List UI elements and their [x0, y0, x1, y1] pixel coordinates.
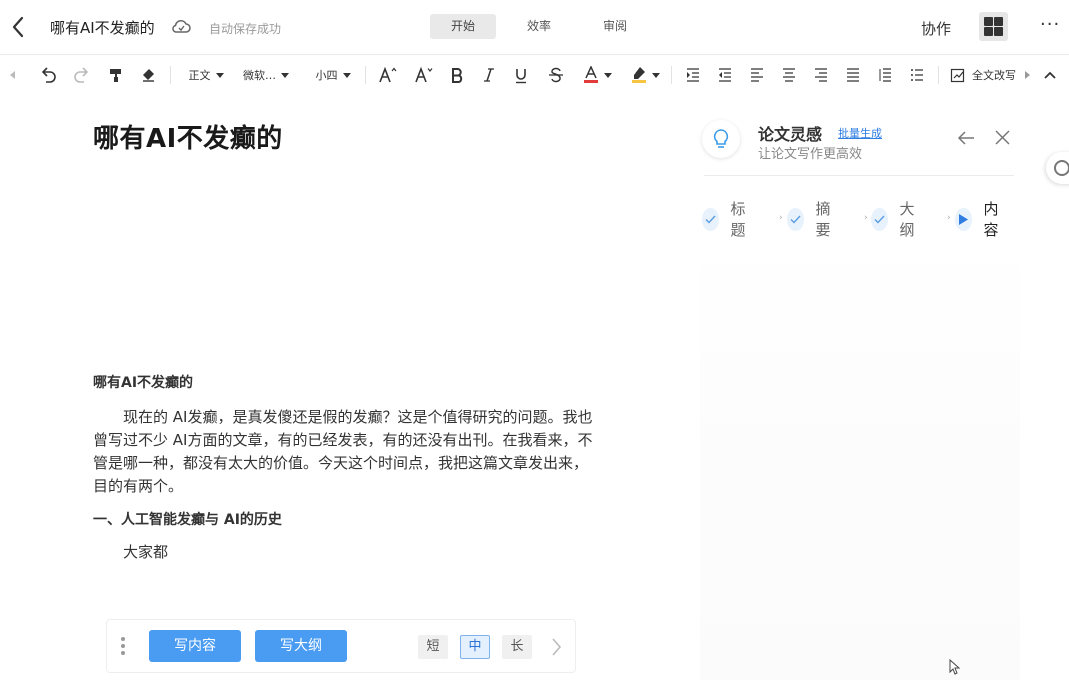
- ribbon-tabs: 开始 效率 审阅: [430, 14, 658, 39]
- close-icon[interactable]: [994, 129, 1011, 146]
- panel-divider: [704, 175, 1014, 176]
- document-title[interactable]: 哪有AI不发癫的: [50, 17, 155, 38]
- font-family-select[interactable]: 微软…: [240, 55, 292, 95]
- length-short-option[interactable]: 短: [418, 635, 448, 659]
- full-text-rewrite-button[interactable]: 全文改写: [950, 55, 1018, 95]
- redo-icon[interactable]: [70, 55, 94, 95]
- write-outline-button[interactable]: 写大纲: [255, 630, 347, 662]
- chevron-right-icon[interactable]: [547, 636, 565, 658]
- font-family-label: 微软…: [243, 69, 276, 82]
- tab-review[interactable]: 审阅: [582, 14, 648, 39]
- highlight-icon[interactable]: [630, 55, 660, 95]
- paragraph-style-select[interactable]: 正文: [184, 55, 228, 95]
- document-heading[interactable]: 哪有AI不发癫的: [93, 118, 283, 155]
- font-color-icon[interactable]: [582, 55, 612, 95]
- arrow-left-icon[interactable]: [956, 128, 976, 148]
- chevron-down-icon: [342, 72, 351, 78]
- underline-icon[interactable]: [510, 55, 532, 95]
- scroll-right-icon[interactable]: [1021, 55, 1033, 95]
- align-center-icon[interactable]: [778, 55, 800, 95]
- back-arrow-icon[interactable]: [8, 14, 30, 40]
- side-panel-toggle-icon[interactable]: [1046, 152, 1069, 184]
- step-label: 标题: [730, 200, 746, 239]
- tab-efficiency[interactable]: 效率: [506, 14, 572, 39]
- step-arrow-icon: ›: [864, 213, 868, 223]
- chevron-down-icon: [281, 72, 289, 78]
- step-label: 内容: [983, 200, 999, 239]
- chevron-down-icon: [215, 72, 224, 78]
- play-icon: [955, 207, 972, 231]
- toolbar-separator: [170, 66, 171, 84]
- numbered-list-icon[interactable]: [906, 55, 928, 95]
- step-label: 摘要: [815, 200, 831, 239]
- collaborate-button[interactable]: 协作: [921, 18, 951, 39]
- toolbar-separator: [365, 66, 366, 84]
- format-painter-icon[interactable]: [104, 55, 128, 95]
- check-icon: [702, 207, 719, 231]
- font-shrink-icon[interactable]: [412, 55, 436, 95]
- lightbulb-icon: [702, 120, 740, 158]
- step-title[interactable]: 标题: [702, 200, 752, 239]
- step-arrow-icon: ›: [947, 213, 951, 223]
- autosave-status: 自动保存成功: [209, 22, 282, 36]
- eraser-icon[interactable]: [136, 55, 160, 95]
- ai-write-bar: 写内容 写大纲 短 中 长: [106, 619, 576, 673]
- cloud-sync-icon[interactable]: [170, 17, 192, 37]
- step-content[interactable]: 内容: [955, 200, 1005, 239]
- step-abstract[interactable]: 摘要: [787, 200, 837, 239]
- justify-icon[interactable]: [842, 55, 864, 95]
- formatting-toolbar: 正文 微软… 小四 全文改写: [0, 55, 1069, 95]
- check-icon: [787, 207, 804, 231]
- panel-subtitle: 让论文写作更高效: [758, 147, 863, 162]
- step-outline[interactable]: 大纲: [871, 200, 921, 239]
- drag-handle-icon[interactable]: [121, 637, 127, 657]
- length-long-option[interactable]: 长: [502, 635, 532, 659]
- scroll-left-icon[interactable]: [6, 55, 20, 95]
- font-size-select[interactable]: 小四: [310, 55, 356, 95]
- panel-title: 论文灵感: [758, 125, 823, 144]
- bold-icon[interactable]: [446, 55, 468, 95]
- tab-start[interactable]: 开始: [430, 14, 496, 39]
- chevron-down-icon: [651, 72, 660, 78]
- align-right-icon[interactable]: [810, 55, 832, 95]
- indent-increase-icon[interactable]: [682, 55, 704, 95]
- indent-decrease-icon[interactable]: [714, 55, 736, 95]
- collapse-toolbar-icon[interactable]: [1040, 55, 1060, 95]
- italic-icon[interactable]: [478, 55, 500, 95]
- paragraph[interactable]: 现在的 AI发癫，是真发傻还是假的发癫？这是个值得研究的问题。我也曾写过不少 A…: [93, 406, 593, 498]
- inspiration-panel-content: [700, 240, 1020, 680]
- layout-grid-icon[interactable]: [979, 12, 1008, 41]
- step-arrow-icon: ›: [779, 213, 783, 223]
- check-icon: [871, 207, 888, 231]
- align-left-icon[interactable]: [746, 55, 768, 95]
- more-options-icon[interactable]: ···: [1040, 14, 1060, 35]
- batch-generate-link[interactable]: 批量生成: [838, 125, 882, 141]
- toolbar-separator: [671, 66, 672, 84]
- document-body[interactable]: 哪有AI不发癫的 现在的 AI发癫，是真发傻还是假的发癫？这是个值得研究的问题。…: [93, 370, 593, 565]
- full-text-rewrite-label: 全文改写: [972, 69, 1016, 82]
- strikethrough-icon[interactable]: [544, 55, 568, 95]
- length-medium-option[interactable]: 中: [460, 635, 490, 659]
- undo-icon[interactable]: [36, 55, 60, 95]
- toolbar-separator: [938, 66, 939, 84]
- font-size-label: 小四: [315, 69, 338, 82]
- section-heading[interactable]: 一、人工智能发癫与 AI的历史: [93, 507, 593, 533]
- write-content-button[interactable]: 写内容: [149, 630, 241, 662]
- line-spacing-icon[interactable]: [874, 55, 896, 95]
- section-title[interactable]: 哪有AI不发癫的: [93, 370, 593, 396]
- step-label: 大纲: [899, 200, 915, 239]
- font-grow-icon[interactable]: [376, 55, 400, 95]
- chevron-down-icon: [603, 72, 612, 78]
- mouse-cursor-icon: [949, 658, 961, 675]
- paragraph[interactable]: 大家都: [93, 539, 593, 565]
- top-bar: 哪有AI不发癫的 自动保存成功 开始 效率 审阅 协作 ···: [0, 0, 1069, 54]
- paragraph-style-label: 正文: [188, 69, 211, 82]
